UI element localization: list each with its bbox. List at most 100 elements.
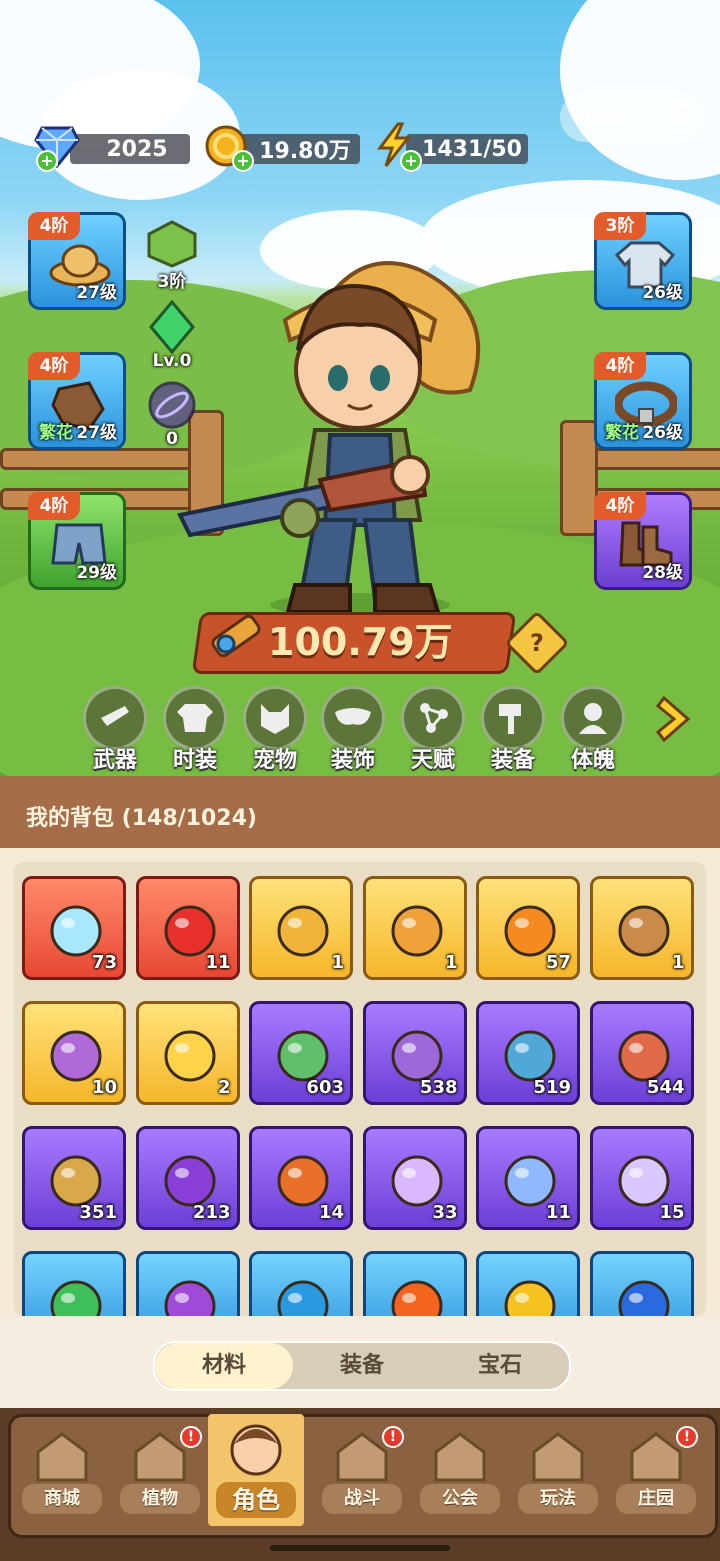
bag-item[interactable] — [476, 1251, 580, 1316]
bag-item[interactable]: 2 — [135, 1001, 240, 1105]
bottom-nav-item[interactable]: 战斗! — [314, 1420, 410, 1528]
tier-badge: 4阶 — [28, 492, 80, 520]
bottom-nav-item[interactable]: 植物! — [112, 1420, 208, 1528]
bag-item[interactable]: 544 — [589, 1001, 694, 1105]
purple-orb-icon — [164, 1280, 215, 1316]
chevron-right-icon[interactable] — [656, 694, 696, 744]
bottom-nav-item[interactable]: 玩法 — [510, 1420, 606, 1528]
bag-item[interactable] — [135, 1251, 240, 1316]
tab-gems[interactable]: 宝石 — [431, 1343, 569, 1389]
set-name: 繁花 — [39, 423, 73, 443]
bag-item[interactable]: 57 — [476, 876, 580, 980]
mini-gem-item[interactable]: Lv.0 — [140, 299, 204, 371]
bottom-nav-item[interactable]: 角色 — [208, 1414, 304, 1526]
notification-badge: ! — [382, 1426, 404, 1448]
equip-glove-slot[interactable]: 4阶 繁花 27级 — [28, 352, 126, 450]
telescope-icon — [211, 614, 261, 658]
green-gem-icon — [149, 299, 195, 355]
bag-item[interactable]: 538 — [362, 1001, 467, 1105]
bottom-nav-item[interactable]: 庄园! — [608, 1420, 704, 1528]
gold-counter[interactable]: 19.80万 — [236, 134, 360, 164]
hammer-icon — [499, 704, 521, 734]
equip-pants-slot[interactable]: 4阶 29级 — [28, 492, 126, 590]
nav-weapon[interactable]: 武器 — [80, 686, 150, 773]
bag-item[interactable]: 14 — [249, 1126, 353, 1230]
costume-icon — [177, 704, 213, 732]
item-count: 538 — [419, 1077, 458, 1098]
nav-building-icon — [36, 1432, 88, 1482]
equip-level: 28级 — [642, 563, 683, 583]
equip-hat-slot[interactable]: 4阶 27级 — [28, 212, 126, 310]
bag-item[interactable]: 15 — [589, 1126, 694, 1230]
add-diamond-icon[interactable]: + — [36, 150, 58, 172]
blue-orb-icon — [277, 1280, 329, 1316]
nav-building-icon — [434, 1432, 486, 1482]
mini-pet-item[interactable]: 3阶 — [140, 218, 204, 292]
more-options-icon[interactable] — [586, 113, 620, 121]
bag-tabs: 材料 装备 宝石 — [153, 1341, 571, 1391]
equip-belt-slot[interactable]: 4阶 繁花 26级 — [594, 352, 692, 450]
mini-program-capsule[interactable] — [560, 92, 704, 142]
bag-item[interactable] — [22, 1251, 126, 1316]
nav-talent[interactable]: 天赋 — [398, 686, 468, 773]
bag-item[interactable]: 11 — [476, 1126, 580, 1230]
green-cube-icon — [147, 220, 197, 268]
equip-level: 26级 — [642, 283, 683, 303]
tier-badge: 3阶 — [594, 212, 646, 240]
bag-item[interactable] — [249, 1251, 353, 1316]
gem-key-icon — [391, 905, 442, 957]
home-indicator[interactable] — [270, 1545, 450, 1551]
bottom-nav-item[interactable]: 公会 — [412, 1420, 508, 1528]
nav-decoration[interactable]: 装饰 — [318, 686, 388, 773]
nav-fashion[interactable]: 时装 — [160, 686, 230, 773]
diamond-counter[interactable]: 2025 — [70, 134, 190, 164]
bag-item[interactable] — [589, 1251, 694, 1316]
mini-label: Lv.0 — [152, 351, 192, 371]
tier-badge: 4阶 — [594, 492, 646, 520]
bag-item[interactable]: 10 — [22, 1001, 126, 1105]
bag-item[interactable]: 73 — [22, 876, 126, 980]
green-orb-icon — [50, 1280, 102, 1316]
mini-orb-item[interactable]: 0 — [140, 380, 204, 449]
gold-key-icon — [277, 905, 329, 957]
tab-materials[interactable]: 材料 — [155, 1343, 293, 1389]
item-count: 213 — [192, 1202, 231, 1223]
nav-equipment[interactable]: 装备 — [478, 686, 548, 773]
item-count: 11 — [205, 952, 231, 973]
bag-item[interactable]: 1 — [362, 876, 467, 980]
item-count: 351 — [79, 1202, 117, 1223]
bag-item[interactable]: 213 — [135, 1126, 240, 1230]
item-count: 57 — [545, 952, 571, 973]
bag-item[interactable]: 11 — [135, 876, 240, 980]
tier-badge: 4阶 — [28, 212, 80, 240]
talent-tree-icon — [420, 703, 448, 733]
tab-equipment[interactable]: 装备 — [293, 1343, 431, 1389]
bag-item[interactable]: 1 — [249, 876, 353, 980]
bottom-nav-item[interactable]: 商城 — [14, 1420, 110, 1528]
bag-item[interactable]: 351 — [22, 1126, 126, 1230]
bag-item[interactable]: 603 — [249, 1001, 353, 1105]
nav-building-icon — [532, 1432, 584, 1482]
bag-item[interactable] — [362, 1251, 467, 1316]
weapon-icon — [101, 706, 129, 726]
tier-badge: 4阶 — [594, 352, 646, 380]
nav-physique[interactable]: 体魄 — [558, 686, 628, 773]
equip-boots-slot[interactable]: 4阶 28级 — [594, 492, 692, 590]
nav-label: 武器 — [92, 748, 137, 773]
farmer-character — [177, 261, 481, 617]
add-energy-icon[interactable]: + — [400, 150, 422, 172]
item-count: 14 — [318, 1202, 344, 1223]
equip-shirt-slot[interactable]: 3阶 26级 — [594, 212, 692, 310]
add-gold-icon[interactable]: + — [232, 150, 254, 172]
mask-icon — [335, 708, 371, 725]
bag-item[interactable]: 33 — [362, 1126, 467, 1230]
nav-pet[interactable]: 宠物 — [240, 686, 310, 773]
bag-item[interactable]: 519 — [476, 1001, 580, 1105]
bag-grid[interactable]: 73 11 1 1 57 1 10 2 603 538 519 544 351 213 14 33 11 15 — [14, 862, 706, 1316]
close-target-icon[interactable] — [669, 103, 697, 131]
nav-label: 时装 — [172, 748, 217, 773]
bag-item[interactable]: 1 — [589, 876, 694, 980]
item-count: 73 — [91, 952, 117, 973]
energy-counter[interactable]: 1431/50 — [406, 134, 528, 164]
nav-label: 宠物 — [252, 748, 297, 773]
